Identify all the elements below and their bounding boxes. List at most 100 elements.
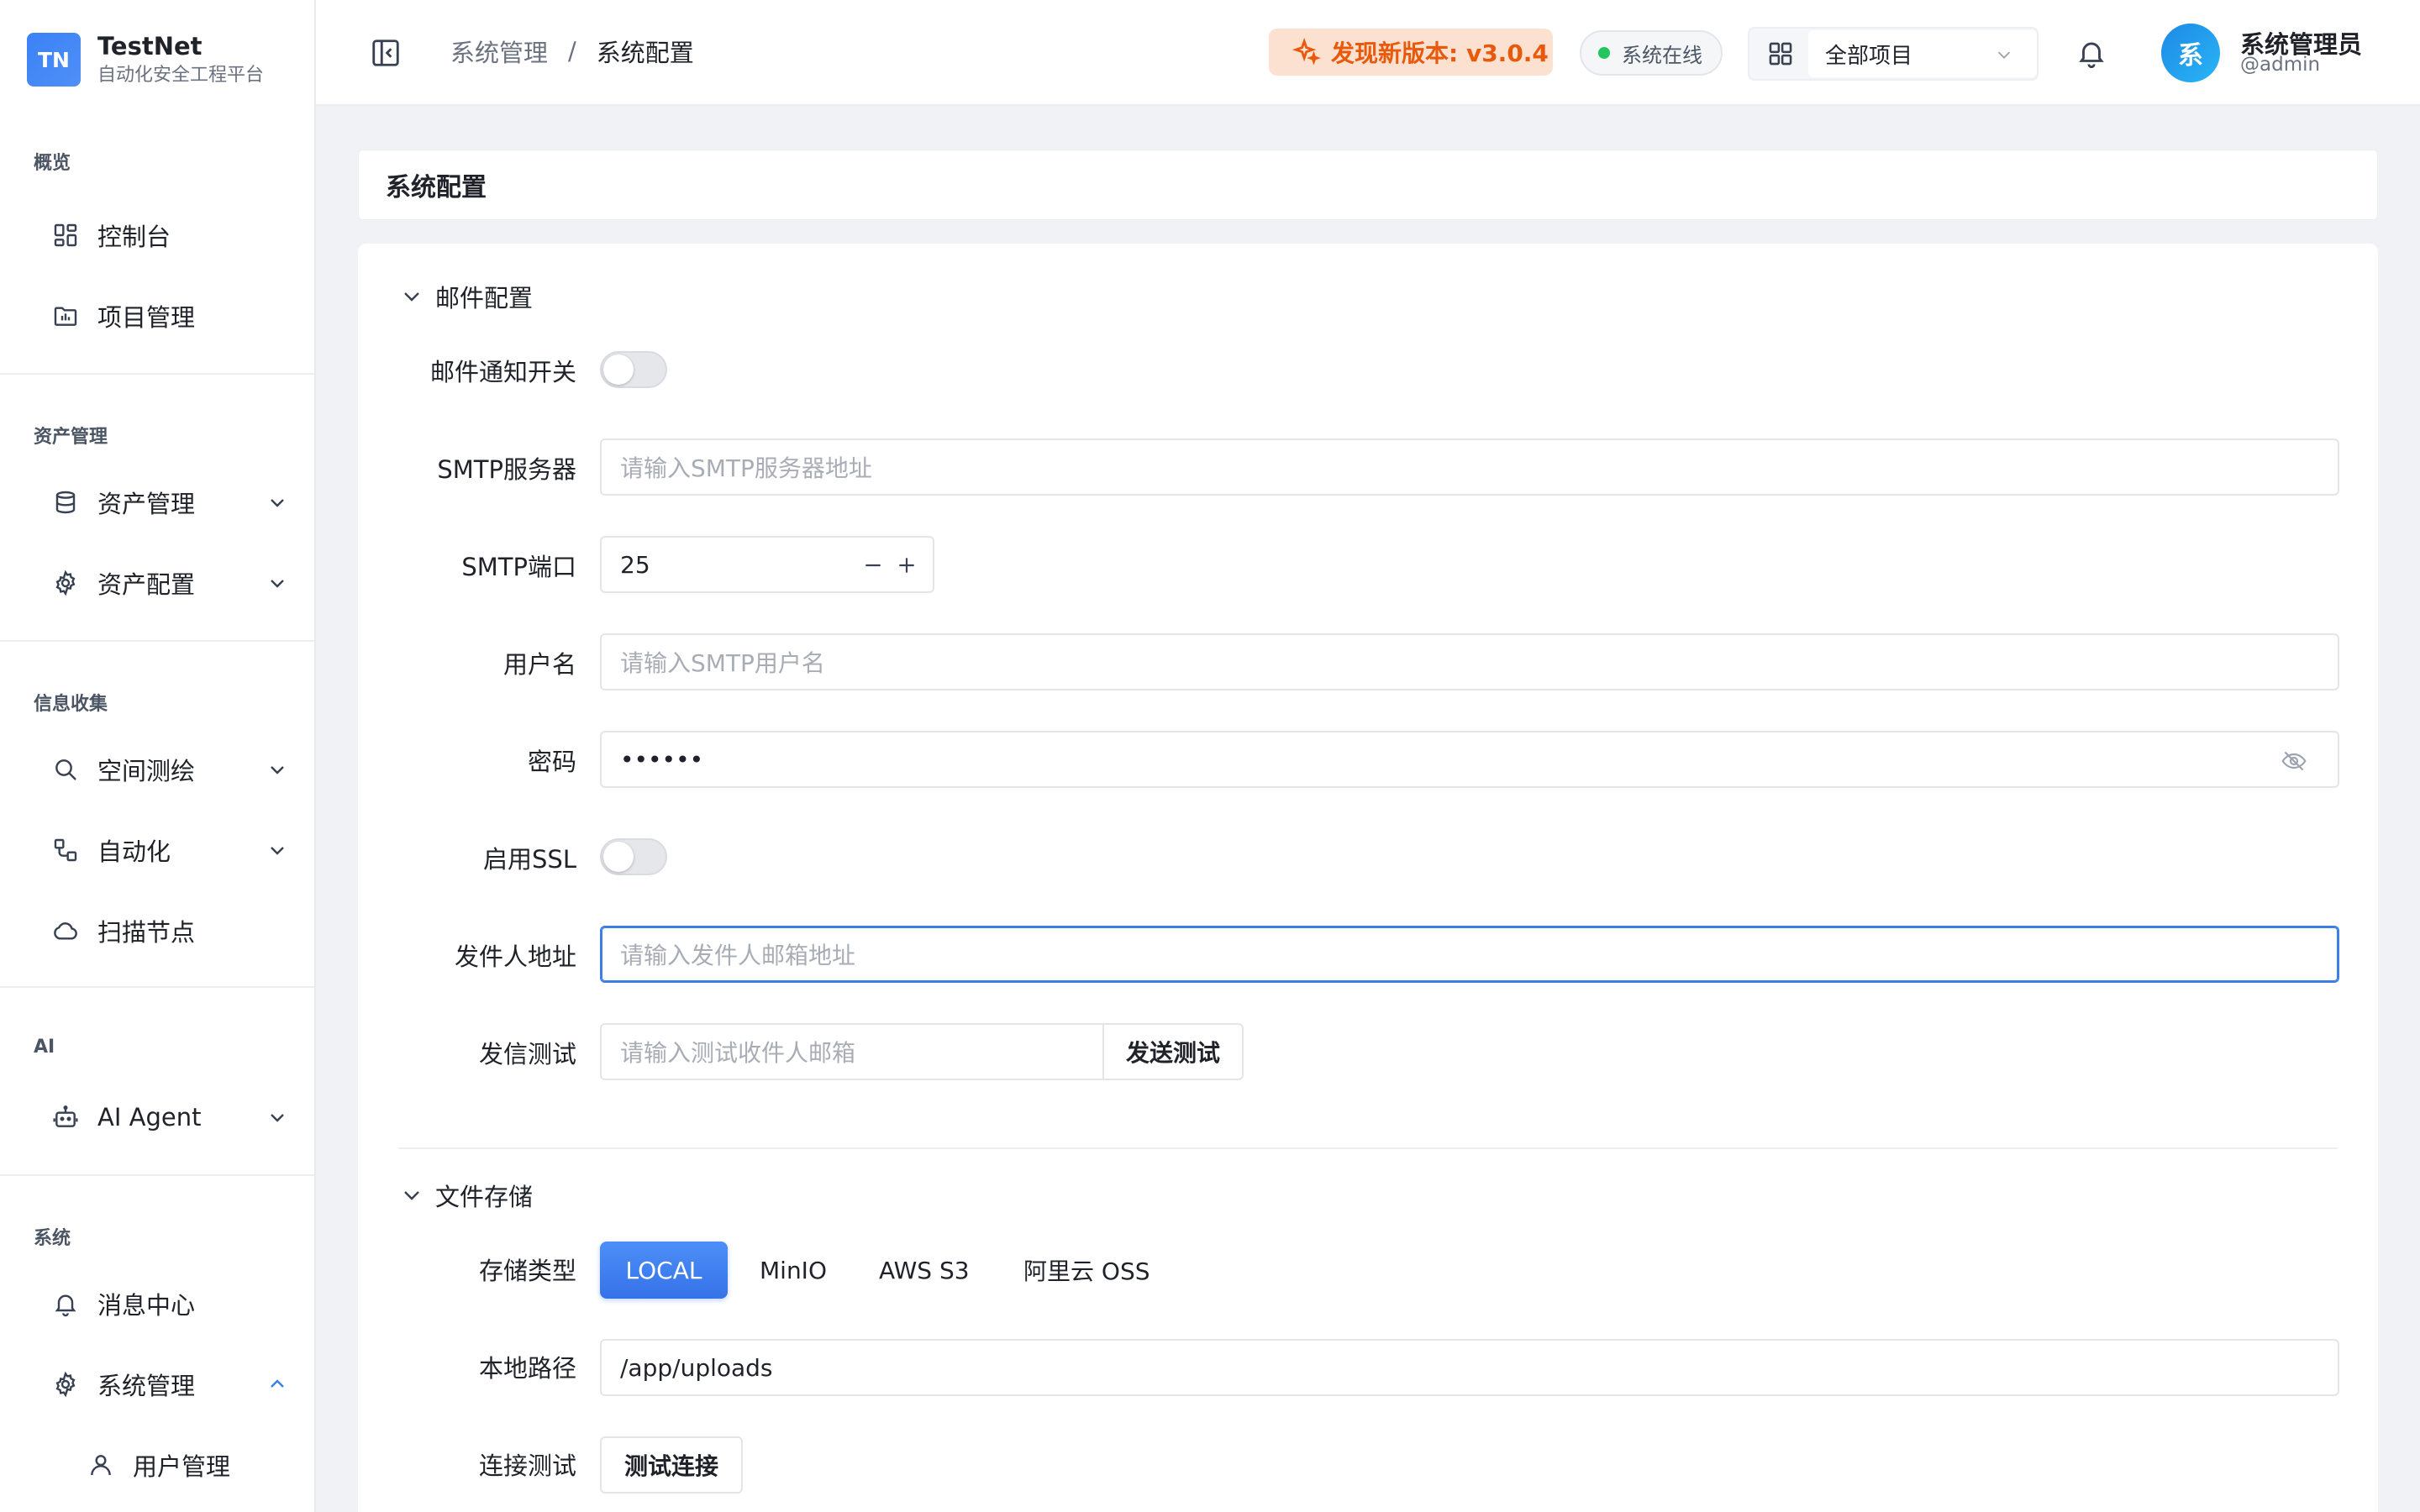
- mail-notify-toggle[interactable]: [600, 351, 667, 388]
- breadcrumb: 系统管理 / 系统配置: [450, 34, 694, 69]
- sidebar-item-label: 资产管理: [97, 490, 196, 518]
- smtp-server-input[interactable]: 请输入SMTP服务器地址: [600, 438, 2339, 496]
- brand-logo: TN: [27, 33, 81, 87]
- sidebar: TN TestNet 自动化安全工程平台 概览 控制台 项目管理 资产管理 资产…: [0, 0, 316, 1512]
- brand-name: TestNet: [97, 32, 203, 60]
- nav-section-ai: AI: [34, 1037, 55, 1058]
- smtp-server-label: SMTP服务器: [437, 455, 576, 484]
- settings-card: 邮件配置 邮件通知开关 SMTP服务器 请输入SMTP服务器地址 SMTP端口 …: [358, 244, 2378, 1512]
- smtp-port-label: SMTP端口: [461, 553, 576, 581]
- smtp-port-stepper[interactable]: 25: [600, 536, 934, 593]
- sidebar-item-cyberspace-mapping[interactable]: 空间测绘: [34, 743, 294, 796]
- chevron-down-icon: [1997, 51, 2011, 59]
- connection-test-label: 连接测试: [478, 1452, 576, 1480]
- ssl-label: 启用SSL: [483, 845, 576, 874]
- dashboard-icon: [49, 218, 82, 252]
- sidebar-item-system-management[interactable]: 系统管理: [34, 1357, 294, 1411]
- divider: [0, 1174, 314, 1176]
- divider: [0, 373, 314, 375]
- divider: [0, 640, 314, 642]
- sidebar-item-label: 控制台: [97, 223, 171, 251]
- nav-section-overview: 概览: [34, 153, 71, 174]
- sidebar-item-label: 用户管理: [133, 1452, 231, 1481]
- ssl-toggle[interactable]: [600, 838, 667, 875]
- page-title: 系统配置: [358, 150, 2378, 220]
- sidebar-item-label: 扫描节点: [97, 918, 196, 947]
- mail-notify-label: 邮件通知开关: [429, 358, 576, 386]
- chevron-down-icon: [271, 499, 284, 507]
- local-path-label: 本地路径: [478, 1354, 576, 1383]
- nav-section-system: 系统: [34, 1228, 71, 1249]
- mail-section-title: 邮件配置: [435, 284, 534, 312]
- robot-icon: [49, 1100, 82, 1134]
- chevron-down-icon: [271, 580, 284, 588]
- chevron-up-icon: [271, 1379, 284, 1388]
- sidebar-item-label: 资产配置: [97, 570, 196, 599]
- storage-type-local[interactable]: LOCAL: [600, 1242, 728, 1299]
- update-badge[interactable]: 发现新版本: v3.0.4: [1269, 29, 1553, 76]
- storage-type-aws-s3[interactable]: AWS S3: [879, 1242, 970, 1299]
- chevron-down-icon: [271, 766, 284, 774]
- user-handle: @admin: [2240, 54, 2321, 76]
- sidebar-item-asset-config[interactable]: 资产配置: [34, 556, 294, 610]
- test-connection-button[interactable]: 测试连接: [600, 1436, 743, 1494]
- top-header: 系统管理 / 系统配置 发现新版本: v3.0.4 系统在线 全部项目 系 系统…: [316, 0, 2420, 106]
- local-path-input[interactable]: /app/uploads: [600, 1339, 2339, 1396]
- sidebar-item-label: 自动化: [97, 837, 171, 866]
- chevron-down-icon: [271, 1114, 284, 1122]
- username-label: 用户名: [502, 650, 576, 679]
- sidebar-item-user-management[interactable]: 用户管理: [69, 1438, 294, 1492]
- eye-off-icon[interactable]: [2281, 748, 2307, 774]
- sidebar-item-automation[interactable]: 自动化: [34, 823, 294, 877]
- sidebar-item-dashboard[interactable]: 控制台: [34, 208, 294, 262]
- nav-section-recon: 信息收集: [34, 694, 108, 715]
- nav-section-assets: 资产管理: [34, 427, 108, 448]
- chevron-down-icon: [271, 847, 284, 855]
- mail-section-header[interactable]: 邮件配置: [402, 279, 533, 314]
- project-select-dropdown[interactable]: 全部项目: [1808, 30, 2037, 77]
- storage-type-minio[interactable]: MinIO: [760, 1242, 827, 1299]
- toggle-knob: [603, 842, 634, 872]
- breadcrumb-item-current: 系统配置: [596, 39, 694, 67]
- password-input[interactable]: ••••••: [600, 731, 2339, 788]
- storage-section-title: 文件存储: [435, 1183, 534, 1211]
- breadcrumb-separator: /: [568, 37, 576, 66]
- sidebar-item-ai-agent[interactable]: AI Agent: [34, 1090, 294, 1144]
- storage-type-label: 存储类型: [478, 1257, 576, 1285]
- storage-section-header[interactable]: 文件存储: [402, 1178, 533, 1213]
- sender-label: 发件人地址: [454, 942, 576, 971]
- plus-icon[interactable]: [896, 554, 918, 576]
- breadcrumb-item-system-management[interactable]: 系统管理: [450, 34, 548, 69]
- username-input[interactable]: 请输入SMTP用户名: [600, 633, 2339, 690]
- gear-icon: [49, 566, 82, 600]
- notification-bell-icon[interactable]: [2075, 37, 2107, 69]
- sidebar-item-label: 项目管理: [97, 303, 196, 332]
- sparkle-icon: [1292, 38, 1321, 66]
- brand[interactable]: TN TestNet 自动化安全工程平台: [27, 30, 264, 89]
- sidebar-item-messages[interactable]: 消息中心: [34, 1277, 294, 1331]
- test-recipient-input[interactable]: 请输入测试收件人邮箱: [600, 1023, 1104, 1080]
- sidebar-item-projects[interactable]: 项目管理: [34, 289, 294, 343]
- sidebar-item-scan-nodes[interactable]: 扫描节点: [34, 904, 294, 958]
- storage-type-aliyun-oss[interactable]: 阿里云 OSS: [1023, 1242, 1150, 1299]
- sidebar-item-label: 消息中心: [97, 1291, 196, 1320]
- update-label: 发现新版本: v3.0.4: [1331, 39, 1549, 67]
- brand-subtitle: 自动化安全工程平台: [97, 65, 265, 86]
- password-value: ••••••: [620, 745, 704, 774]
- chevron-down-icon: [404, 292, 419, 302]
- divider: [0, 986, 314, 988]
- folder-chart-icon: [49, 299, 82, 333]
- sidebar-item-asset-management[interactable]: 资产管理: [34, 475, 294, 529]
- chevron-down-icon: [404, 1191, 419, 1200]
- system-status-badge: 系统在线: [1580, 30, 1723, 76]
- password-label: 密码: [527, 748, 576, 776]
- sender-address-input[interactable]: 请输入发件人邮箱地址: [600, 926, 2339, 983]
- user-icon: [84, 1448, 118, 1482]
- sidebar-collapse-icon[interactable]: [370, 37, 402, 69]
- project-selector[interactable]: 全部项目: [1748, 27, 2039, 81]
- avatar[interactable]: 系: [2161, 24, 2220, 82]
- minus-icon[interactable]: [862, 554, 884, 576]
- project-select-value: 全部项目: [1825, 43, 1913, 69]
- send-test-button[interactable]: 发送测试: [1102, 1023, 1244, 1080]
- status-online-dot: [1598, 47, 1610, 59]
